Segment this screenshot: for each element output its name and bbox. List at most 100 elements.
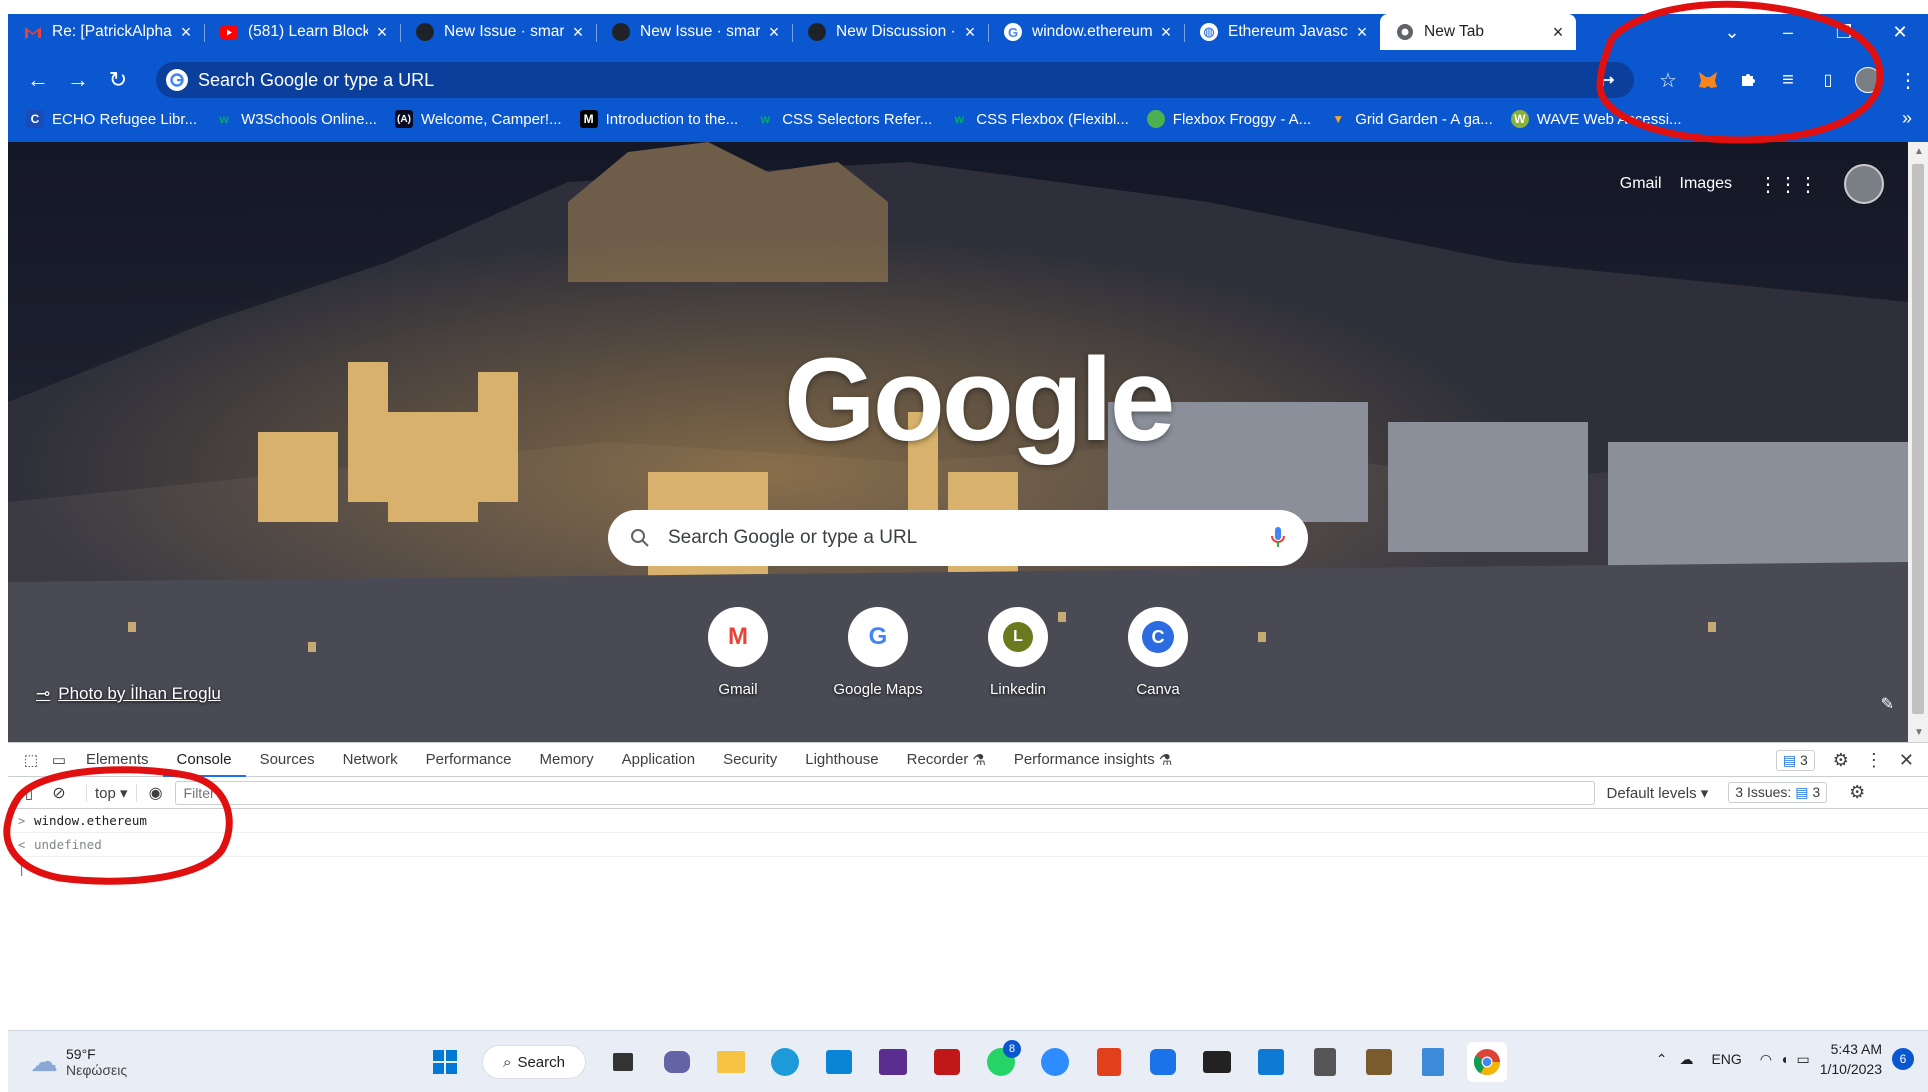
terminal-icon[interactable] [1197,1042,1237,1082]
visual-studio-icon[interactable] [873,1042,913,1082]
office-icon[interactable] [1089,1042,1129,1082]
chrome-menu-icon[interactable]: ⋮ [1888,60,1928,100]
settings-gear-icon[interactable]: ⚙ [1833,750,1849,771]
address-bar[interactable]: Search Google or type a URL [156,62,1634,98]
devtools-tab-network[interactable]: Network [329,743,412,777]
gmail-link[interactable]: Gmail [1620,175,1662,193]
clear-console-icon[interactable]: ⊘ [44,783,74,803]
close-window-icon[interactable]: ✕ [1872,22,1928,43]
devtools-tab-sources[interactable]: Sources [246,743,329,777]
microsoft-store-icon[interactable] [819,1042,859,1082]
notepad-icon[interactable] [1413,1042,1453,1082]
images-link[interactable]: Images [1680,175,1732,193]
vscode-icon[interactable] [1251,1042,1291,1082]
close-tab-icon[interactable]: × [1158,22,1174,43]
teams-chat-icon[interactable] [657,1042,697,1082]
tab-new-tab[interactable]: New Tab × [1380,14,1576,50]
back-icon[interactable]: ← [18,62,58,98]
context-selector[interactable]: top ▾ [86,783,137,802]
clock[interactable]: 5:43 AM 1/10/2023 [1820,1039,1882,1079]
show-hidden-icons-chevron[interactable]: ⌃ [1656,1051,1668,1068]
whatsapp-icon[interactable]: 8 [981,1040,1021,1082]
account-avatar[interactable] [1844,164,1884,204]
devtools-tab-memory[interactable]: Memory [526,743,608,777]
tab-search-icon[interactable]: ⌄ [1704,22,1760,43]
shortcut-gmail[interactable]: M Gmail [668,607,808,698]
devtools-tab-console[interactable]: Console [162,743,246,777]
device-toolbar-icon[interactable]: ▭ [46,751,72,769]
console-filter-input[interactable] [174,780,1595,805]
close-tab-icon[interactable]: × [1550,22,1566,43]
bookmark-item[interactable]: w CSS Selectors Refer... [756,110,933,128]
metamask-fox-icon[interactable] [1688,60,1728,100]
ntp-search-box[interactable]: Search Google or type a URL [608,510,1308,566]
devtools-tab-elements[interactable]: Elements [72,743,163,777]
tab-github-issue-2[interactable]: New Issue · smart × [596,14,792,50]
language-indicator[interactable]: ENG [1711,1051,1741,1067]
taskbar-search[interactable]: ⌕ Search [482,1045,586,1079]
tab-google-search[interactable]: G window.ethereum × [988,14,1184,50]
snipping-tool-icon[interactable] [1143,1042,1183,1082]
tab-youtube[interactable]: (581) Learn Blockc × [204,14,400,50]
profile-avatar[interactable] [1848,60,1888,100]
side-panel-icon[interactable]: ▯ [1808,60,1848,100]
reading-list-icon[interactable]: ≡ [1768,60,1808,100]
mcafee-icon[interactable] [927,1042,967,1082]
reload-icon[interactable]: ↻ [98,62,138,98]
shortcut-google-maps[interactable]: G Google Maps [808,607,948,698]
forward-icon[interactable]: → [58,62,98,98]
extensions-puzzle-icon[interactable] [1728,60,1768,100]
devtools-tab-performance-insights[interactable]: Performance insights [1000,743,1169,777]
share-icon[interactable] [1600,71,1618,89]
chrome-taskbar-icon[interactable] [1467,1042,1507,1082]
inspect-element-icon[interactable]: ⬚ [16,751,46,769]
tab-github-issue-1[interactable]: New Issue · smart × [400,14,596,50]
photo-credit-link[interactable]: ⊸ Photo by İlhan Eroglu [36,684,221,704]
eye-icon[interactable]: ◉ [149,783,163,803]
bookmark-item[interactable]: C ECHO Refugee Libr... [26,110,197,128]
edge-icon[interactable] [765,1042,805,1082]
issues-button[interactable]: 3 Issues: ▤ 3 [1728,782,1828,803]
tab-ethereum-js[interactable]: ◍ Ethereum Javascr × [1184,14,1380,50]
notification-badge[interactable]: 6 [1892,1048,1914,1070]
minimize-icon[interactable]: – [1760,22,1816,43]
battery-icon[interactable]: ▭ [1796,1051,1809,1068]
devtools-tab-lighthouse[interactable]: Lighthouse [791,743,892,777]
bookmark-item[interactable]: M Introduction to the... [579,110,738,128]
close-tab-icon[interactable]: × [1354,22,1370,43]
tab-github-discussion[interactable]: New Discussion · × [792,14,988,50]
page-scrollbar[interactable]: ▲ ▼ [1908,142,1928,742]
bookmark-star-icon[interactable]: ☆ [1648,60,1688,100]
close-tab-icon[interactable]: × [766,22,782,43]
windows-start-icon[interactable] [425,1042,465,1082]
close-tab-icon[interactable]: × [374,22,390,43]
onedrive-cloud-icon[interactable]: ☁ [1679,1051,1693,1068]
zoom-icon[interactable] [1035,1042,1075,1082]
customize-pencil-icon[interactable]: ✎ [1881,694,1894,714]
task-view-icon[interactable] [603,1042,643,1082]
weather-widget[interactable]: ☁ 59°F Νεφώσεις [30,1045,127,1078]
microphone-icon[interactable] [1270,526,1286,550]
devtools-menu-icon[interactable]: ⋮ [1865,750,1883,771]
apps-grid-icon[interactable]: ⋮⋮⋮ [1758,172,1818,197]
console-settings-icon[interactable]: ⚙ [1849,782,1865,803]
scrollbar-thumb[interactable] [1912,164,1924,714]
devtools-tab-security[interactable]: Security [709,743,791,777]
close-tab-icon[interactable]: × [178,22,194,43]
console-prompt-line[interactable]: | [8,857,1928,881]
bookmark-item[interactable]: W WAVE Web Accessi... [1510,110,1682,128]
close-devtools-icon[interactable]: ✕ [1899,750,1914,771]
file-explorer-icon[interactable] [711,1042,751,1082]
default-levels-dropdown[interactable]: Default levels ▾ [1607,784,1709,802]
package-app-icon[interactable] [1359,1042,1399,1082]
restore-icon[interactable]: ❐ [1816,22,1872,43]
bookmark-item[interactable]: ▼ Grid Garden - A ga... [1329,110,1493,128]
bookmarks-overflow-icon[interactable]: » [1902,108,1912,129]
volume-icon[interactable]: ◖ [1780,1051,1788,1067]
close-tab-icon[interactable]: × [570,22,586,43]
devtools-tab-application[interactable]: Application [608,743,709,777]
wifi-icon[interactable]: ◠ [1760,1051,1772,1068]
devtools-tab-recorder[interactable]: Recorder [893,743,983,777]
sidebar-toggle-icon[interactable]: ▯ [14,784,44,802]
bookmark-item[interactable]: (A) Welcome, Camper!... [394,110,562,128]
